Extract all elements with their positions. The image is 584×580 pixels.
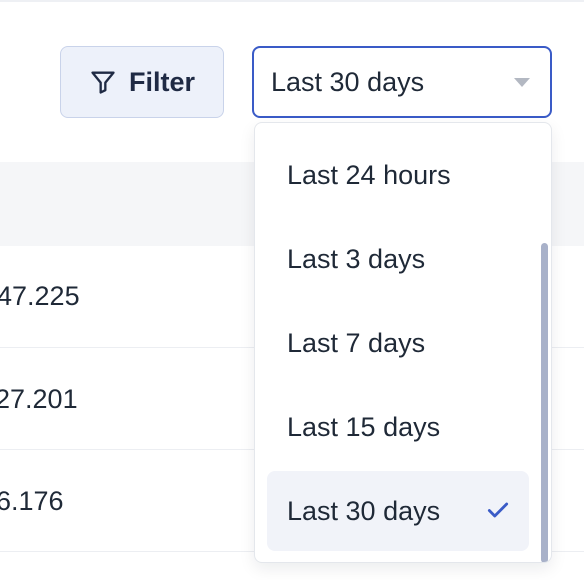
option-last-15-days[interactable]: Last 15 days xyxy=(267,387,529,467)
option-label: Last 3 days xyxy=(287,243,426,274)
dropdown-scrollbar[interactable] xyxy=(541,243,548,562)
filter-button[interactable]: Filter xyxy=(60,46,224,118)
option-label: Last 15 days xyxy=(287,411,441,442)
table-cell-value: 6.176 xyxy=(0,486,64,516)
date-range-select-value: Last 30 days xyxy=(271,66,425,97)
top-divider xyxy=(0,0,584,2)
funnel-icon xyxy=(89,68,117,96)
table-cell-value: 27.201 xyxy=(0,384,78,414)
option-label: Last 7 days xyxy=(287,327,426,358)
caret-down-icon xyxy=(514,78,530,87)
option-label: Last 24 hours xyxy=(287,159,451,190)
page: Filter Last 30 days 47.225 27.201 6.176 … xyxy=(0,0,584,580)
dropdown-scrollbar-thumb[interactable] xyxy=(541,243,548,562)
option-last-3-days[interactable]: Last 3 days xyxy=(267,219,529,299)
filter-button-label: Filter xyxy=(128,66,195,97)
option-label: Last 30 days xyxy=(287,495,441,526)
date-range-dropdown: Last 24 hours Last 3 days Last 7 days La… xyxy=(254,122,552,563)
date-range-select[interactable]: Last 30 days xyxy=(252,46,552,118)
option-last-24-hours[interactable]: Last 24 hours xyxy=(267,135,529,215)
option-last-7-days[interactable]: Last 7 days xyxy=(267,303,529,383)
option-last-30-days[interactable]: Last 30 days xyxy=(267,471,529,551)
table-cell-value: 47.225 xyxy=(0,281,80,311)
check-icon xyxy=(485,497,511,530)
